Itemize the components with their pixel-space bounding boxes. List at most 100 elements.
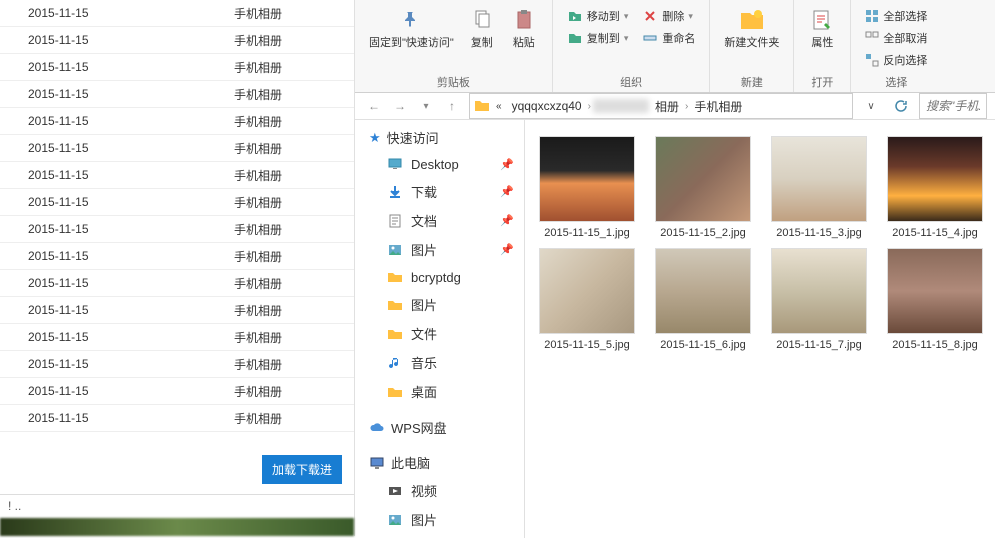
open-group-label: 打开 — [802, 72, 842, 92]
table-row[interactable]: 2015-11-15手机相册 — [0, 324, 354, 351]
copy-button[interactable]: 复制 — [462, 4, 502, 52]
table-row[interactable]: 2015-11-15手机相册 — [0, 135, 354, 162]
content-area: ★ 快速访问 Desktop📌下载📌文档📌图片📌bcryptdg图片文件音乐桌面… — [355, 120, 995, 538]
paste-label: 粘贴 — [513, 36, 535, 50]
paste-button[interactable]: 粘贴 — [504, 4, 544, 52]
date-cell: 2015-11-15 — [0, 222, 230, 236]
table-row[interactable]: 2015-11-15手机相册 — [0, 243, 354, 270]
thumbnail-item[interactable]: 2015-11-15_6.jpg — [645, 244, 761, 356]
table-row[interactable]: 2015-11-15手机相册 — [0, 54, 354, 81]
breadcrumb-item-0[interactable]: yqqqxcxzq40 — [508, 99, 586, 113]
table-row[interactable]: 2015-11-15手机相册 — [0, 405, 354, 432]
thumbnail-item[interactable]: 2015-11-15_7.jpg — [761, 244, 877, 356]
sidebar-item-videos[interactable]: 视频 — [355, 476, 524, 505]
thumbnail-item[interactable]: 2015-11-15_2.jpg — [645, 132, 761, 244]
table-row[interactable]: 2015-11-15手机相册 — [0, 81, 354, 108]
sidebar-item-图片[interactable]: 图片 — [355, 290, 524, 319]
table-row[interactable]: 2015-11-15手机相册 — [0, 270, 354, 297]
date-cell: 2015-11-15 — [0, 357, 230, 371]
select-all-button[interactable]: 全部选择 — [861, 6, 931, 26]
ribbon-group-open: 属性 打开 — [794, 0, 851, 92]
sidebar-item-bcryptdg[interactable]: bcryptdg — [355, 264, 524, 290]
sidebar-item-desktop[interactable]: Desktop📌 — [355, 151, 524, 177]
new-group-label: 新建 — [718, 72, 785, 92]
nav-back-button[interactable]: ← — [363, 95, 385, 117]
table-row[interactable]: 2015-11-15手机相册 — [0, 162, 354, 189]
thumbnail-item[interactable]: 2015-11-15_5.jpg — [529, 244, 645, 356]
pin-icon: 📌 — [500, 214, 514, 227]
new-folder-button[interactable]: 新建文件夹 — [718, 4, 785, 52]
cloud-icon — [369, 420, 385, 436]
invert-select-button[interactable]: 反向选择 — [861, 50, 931, 70]
new-folder-icon — [738, 6, 766, 34]
date-cell: 2015-11-15 — [0, 87, 230, 101]
sidebar-item-label: 音乐 — [411, 353, 437, 372]
sidebar-this-pc[interactable]: 此电脑 — [355, 449, 524, 476]
table-row[interactable]: 2015-11-15手机相册 — [0, 378, 354, 405]
folder-icon — [387, 269, 403, 285]
pin-to-quick-access-button[interactable]: 固定到"快速访问" — [363, 4, 460, 52]
thumbnail-item[interactable]: 2015-11-15_8.jpg — [877, 244, 993, 356]
breadcrumb-item-blurred[interactable]: XXXXXX — [593, 99, 649, 113]
pin-icon: 📌 — [500, 243, 514, 256]
move-to-button[interactable]: 移动到▾ — [563, 6, 633, 26]
thumbnail-item[interactable]: 2015-11-15_1.jpg — [529, 132, 645, 244]
properties-icon — [808, 6, 836, 34]
nav-forward-button[interactable]: → — [389, 95, 411, 117]
nav-arrows: ← → ▾ ↑ — [363, 95, 463, 117]
sidebar-item-pictures-pc[interactable]: 图片 — [355, 505, 524, 534]
load-more-button[interactable]: 加载下载进 — [262, 455, 342, 484]
breadcrumb-item-2[interactable]: 手机相册 — [690, 98, 746, 115]
sidebar-item-文件[interactable]: 文件 — [355, 319, 524, 348]
thumbnail-item[interactable]: 2015-11-15_3.jpg — [761, 132, 877, 244]
table-row[interactable]: 2015-11-15手机相册 — [0, 0, 354, 27]
sidebar-item-桌面[interactable]: 桌面 — [355, 377, 524, 406]
chevron-right-icon: › — [588, 101, 591, 112]
rename-label: 重命名 — [662, 30, 695, 46]
thumbnail-image — [539, 248, 635, 334]
nav-dropdown-button[interactable]: ∨ — [859, 94, 883, 118]
delete-button[interactable]: 删除▾ — [638, 6, 699, 26]
breadcrumb-item-1[interactable]: 相册 — [651, 98, 683, 115]
table-row[interactable]: 2015-11-15手机相册 — [0, 27, 354, 54]
sidebar-item-图片[interactable]: 图片📌 — [355, 235, 524, 264]
deselect-all-button[interactable]: 全部取消 — [861, 28, 931, 48]
table-row[interactable]: 2015-11-15手机相册 — [0, 351, 354, 378]
sidebar-wps-cloud[interactable]: WPS网盘 — [355, 414, 524, 441]
refresh-button[interactable] — [889, 94, 913, 118]
rename-button[interactable]: 重命名 — [638, 28, 699, 48]
type-cell: 手机相册 — [230, 140, 354, 157]
select-all-icon — [865, 9, 879, 23]
type-cell: 手机相册 — [230, 356, 354, 373]
nav-history-button[interactable]: ▾ — [415, 95, 437, 117]
table-row[interactable]: 2015-11-15手机相册 — [0, 297, 354, 324]
breadcrumb[interactable]: « yqqqxcxzq40 › XXXXXX 相册 › 手机相册 — [469, 93, 853, 119]
sidebar-item-下载[interactable]: 下载📌 — [355, 177, 524, 206]
folder-icon — [474, 98, 490, 114]
date-cell: 2015-11-15 — [0, 168, 230, 182]
ribbon-group-organize: 移动到▾ 复制到▾ 删除▾ 重命名 — [553, 0, 711, 92]
sidebar: ★ 快速访问 Desktop📌下载📌文档📌图片📌bcryptdg图片文件音乐桌面… — [355, 120, 525, 538]
download-icon — [387, 184, 403, 200]
breadcrumb-chevron[interactable]: « — [492, 101, 506, 112]
sidebar-item-音乐[interactable]: 音乐 — [355, 348, 524, 377]
sidebar-item-文档[interactable]: 文档📌 — [355, 206, 524, 235]
sidebar-quick-access[interactable]: ★ 快速访问 — [355, 124, 524, 151]
search-input[interactable] — [919, 93, 987, 119]
type-cell: 手机相册 — [230, 221, 354, 238]
sidebar-item-label: Desktop — [411, 157, 459, 172]
thumbnail-item[interactable]: 2015-11-15_4.jpg — [877, 132, 993, 244]
paste-icon — [510, 6, 538, 34]
table-row[interactable]: 2015-11-15手机相册 — [0, 189, 354, 216]
table-row[interactable]: 2015-11-15手机相册 — [0, 216, 354, 243]
properties-button[interactable]: 属性 — [802, 4, 842, 52]
sidebar-item-label: 桌面 — [411, 382, 437, 401]
properties-label: 属性 — [811, 36, 833, 50]
copy-label: 复制 — [471, 36, 493, 50]
table-row[interactable]: 2015-11-15手机相册 — [0, 108, 354, 135]
nav-up-button[interactable]: ↑ — [441, 95, 463, 117]
copy-to-button[interactable]: 复制到▾ — [563, 28, 633, 48]
thumbnail-label: 2015-11-15_8.jpg — [890, 338, 979, 352]
thumbnail-image — [887, 248, 983, 334]
pin-icon: 📌 — [500, 185, 514, 198]
